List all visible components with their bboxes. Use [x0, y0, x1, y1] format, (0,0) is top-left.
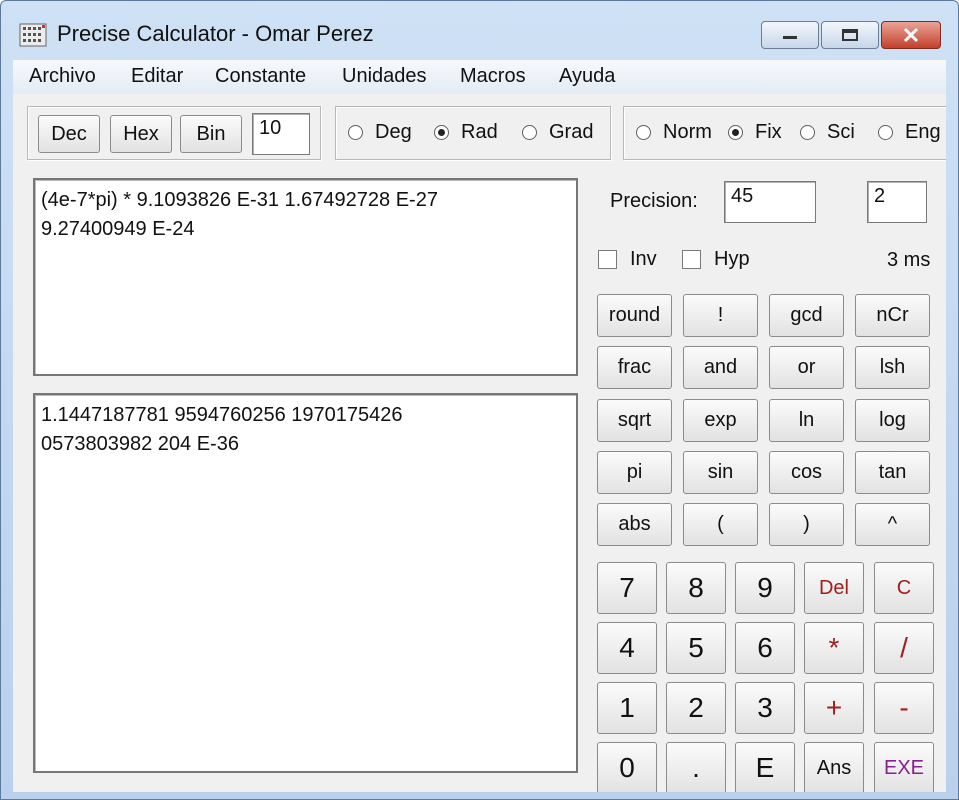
- power-button[interactable]: ^: [855, 503, 930, 546]
- decimal-point-button[interactable]: .: [666, 742, 726, 792]
- minimize-button[interactable]: [761, 21, 819, 49]
- close-button[interactable]: [881, 21, 941, 49]
- open-paren-button[interactable]: (: [683, 503, 758, 546]
- grad-label: Grad: [549, 121, 594, 143]
- key-5[interactable]: 5: [666, 622, 726, 674]
- eng-label: Eng: [905, 121, 941, 143]
- cos-button[interactable]: cos: [769, 451, 844, 494]
- deg-label: Deg: [375, 121, 412, 143]
- menu-ayuda[interactable]: Ayuda: [559, 65, 615, 88]
- sqrt-button[interactable]: sqrt: [597, 399, 672, 442]
- result-output[interactable]: 1.1447187781 9594760256 1970175426 05738…: [33, 393, 578, 773]
- inv-checkbox-box: [598, 250, 617, 269]
- maximize-button[interactable]: [821, 21, 879, 49]
- menu-constante[interactable]: Constante: [215, 65, 306, 88]
- norm-label: Norm: [663, 121, 712, 143]
- and-button[interactable]: and: [683, 346, 758, 389]
- plus-button[interactable]: +: [804, 682, 864, 734]
- close-icon: [903, 27, 919, 43]
- hyp-checkbox[interactable]: Hyp: [682, 248, 750, 271]
- menu-bar: Archivo Editar Constante Unidades Macros…: [13, 60, 946, 94]
- grad-radio-dot: [522, 125, 537, 140]
- clear-button[interactable]: C: [874, 562, 934, 614]
- rad-radio[interactable]: Rad: [434, 121, 498, 144]
- key-1[interactable]: 1: [597, 682, 657, 734]
- or-button[interactable]: or: [769, 346, 844, 389]
- round-button[interactable]: round: [597, 294, 672, 337]
- fix-radio[interactable]: Fix: [728, 121, 782, 144]
- inv-checkbox[interactable]: Inv: [598, 248, 657, 271]
- calculator-window: Precise Calculator - Omar Perez Archivo …: [0, 0, 959, 800]
- fix-label: Fix: [755, 121, 782, 143]
- gcd-button[interactable]: gcd: [769, 294, 844, 337]
- grad-radio[interactable]: Grad: [522, 121, 593, 144]
- tan-button[interactable]: tan: [855, 451, 930, 494]
- key-3[interactable]: 3: [735, 682, 795, 734]
- ncr-button[interactable]: nCr: [855, 294, 930, 337]
- maximize-icon: [842, 29, 858, 41]
- factorial-button[interactable]: !: [683, 294, 758, 337]
- sci-radio[interactable]: Sci: [800, 121, 855, 144]
- norm-radio-dot: [636, 125, 651, 140]
- hyp-label: Hyp: [714, 248, 750, 270]
- lsh-button[interactable]: lsh: [855, 346, 930, 389]
- divide-button[interactable]: /: [874, 622, 934, 674]
- key-7[interactable]: 7: [597, 562, 657, 614]
- angle-group: Deg Rad Grad: [335, 106, 611, 160]
- sin-button[interactable]: sin: [683, 451, 758, 494]
- eng-radio[interactable]: Eng: [878, 121, 941, 144]
- ans-button[interactable]: Ans: [804, 742, 864, 792]
- format-group: Norm Fix Sci Eng: [623, 106, 946, 160]
- key-4[interactable]: 4: [597, 622, 657, 674]
- title-bar[interactable]: Precise Calculator - Omar Perez: [1, 1, 958, 61]
- window-title: Precise Calculator - Omar Perez: [57, 21, 374, 46]
- base-input[interactable]: 10: [252, 113, 310, 155]
- rad-radio-dot: [434, 125, 449, 140]
- minus-button[interactable]: -: [874, 682, 934, 734]
- rad-label: Rad: [461, 121, 498, 143]
- menu-editar[interactable]: Editar: [131, 65, 183, 88]
- delete-button[interactable]: Del: [804, 562, 864, 614]
- pi-button[interactable]: pi: [597, 451, 672, 494]
- menu-macros[interactable]: Macros: [460, 65, 526, 88]
- sci-label: Sci: [827, 121, 855, 143]
- base-group: Dec Hex Bin 10: [27, 106, 321, 160]
- sci-radio-dot: [800, 125, 815, 140]
- ln-button[interactable]: ln: [769, 399, 844, 442]
- calculator-app-icon: [19, 23, 47, 47]
- precision-label: Precision:: [610, 190, 698, 212]
- key-9[interactable]: 9: [735, 562, 795, 614]
- expression-input[interactable]: (4e-7*pi) * 9.1093826 E-31 1.67492728 E-…: [33, 178, 578, 376]
- deg-radio[interactable]: Deg: [348, 121, 412, 144]
- frac-button[interactable]: frac: [597, 346, 672, 389]
- exponent-button[interactable]: E: [735, 742, 795, 792]
- close-paren-button[interactable]: ): [769, 503, 844, 546]
- key-6[interactable]: 6: [735, 622, 795, 674]
- bin-button[interactable]: Bin: [180, 115, 242, 153]
- exp-button[interactable]: exp: [683, 399, 758, 442]
- key-0[interactable]: 0: [597, 742, 657, 792]
- calculator-body: Dec Hex Bin 10 Deg Rad Grad Norm Fix Sci…: [13, 94, 946, 792]
- norm-radio[interactable]: Norm: [636, 121, 712, 144]
- menu-unidades[interactable]: Unidades: [342, 65, 427, 88]
- hyp-checkbox-box: [682, 250, 701, 269]
- deg-radio-dot: [348, 125, 363, 140]
- fix-radio-dot: [728, 125, 743, 140]
- dec-button[interactable]: Dec: [38, 115, 100, 153]
- exe-button[interactable]: EXE: [874, 742, 934, 792]
- timing-label: 3 ms: [887, 249, 931, 271]
- minimize-icon: [783, 36, 797, 39]
- inv-label: Inv: [630, 248, 657, 270]
- key-8[interactable]: 8: [666, 562, 726, 614]
- log-button[interactable]: log: [855, 399, 930, 442]
- digits-input[interactable]: 2: [867, 181, 927, 223]
- menu-archivo[interactable]: Archivo: [29, 65, 96, 88]
- eng-radio-dot: [878, 125, 893, 140]
- multiply-button[interactable]: *: [804, 622, 864, 674]
- abs-button[interactable]: abs: [597, 503, 672, 546]
- key-2[interactable]: 2: [666, 682, 726, 734]
- hex-button[interactable]: Hex: [110, 115, 172, 153]
- precision-input[interactable]: 45: [724, 181, 816, 223]
